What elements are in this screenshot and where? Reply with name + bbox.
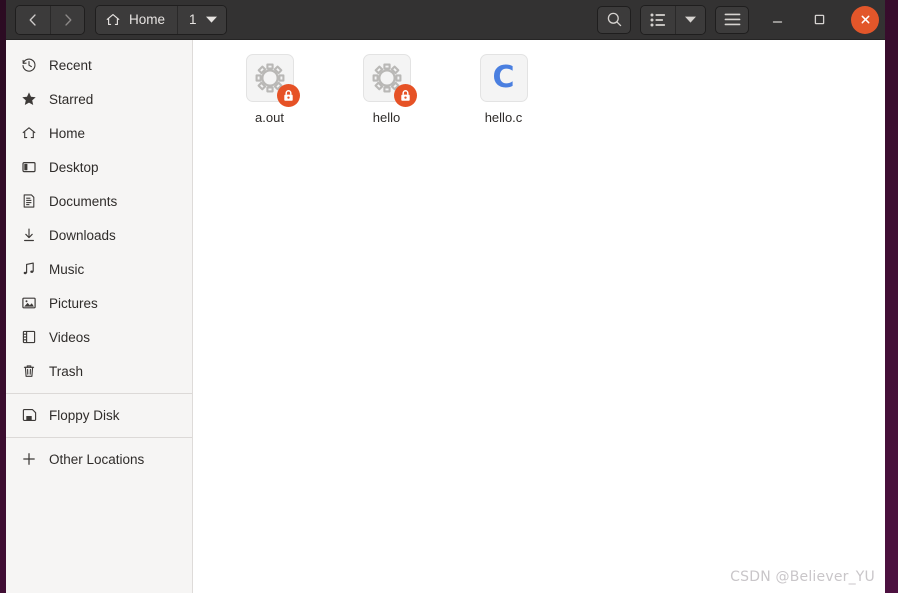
sidebar-item-label: Desktop bbox=[49, 159, 99, 175]
download-icon bbox=[20, 227, 37, 244]
watermark-text: CSDN @Believer_YU bbox=[730, 569, 875, 585]
view-mode-group bbox=[640, 4, 706, 35]
maximize-button[interactable] bbox=[805, 6, 833, 34]
c-source-icon: C bbox=[479, 54, 528, 102]
clock-icon bbox=[20, 57, 37, 74]
sidebar-item-documents[interactable]: Documents bbox=[6, 186, 192, 216]
image-icon bbox=[20, 295, 37, 312]
sidebar-item-starred[interactable]: Starred bbox=[6, 84, 192, 114]
tab-count-label: 1 bbox=[189, 12, 197, 27]
search-button[interactable] bbox=[597, 5, 631, 34]
sidebar-item-label: Downloads bbox=[49, 227, 116, 243]
close-button[interactable] bbox=[851, 5, 879, 34]
file-grid: a.out hello C hello.c bbox=[193, 40, 885, 125]
sidebar-item-label: Home bbox=[49, 125, 86, 141]
chevron-down-icon bbox=[205, 16, 217, 23]
search-icon bbox=[607, 12, 621, 27]
sidebar-divider bbox=[6, 393, 192, 394]
window-body: Recent Starred Home Desktop Documents Do… bbox=[6, 40, 885, 593]
document-icon bbox=[20, 193, 37, 210]
sidebar-item-label: Trash bbox=[49, 363, 84, 379]
maximize-icon bbox=[814, 14, 824, 25]
file-item-a-out[interactable]: a.out bbox=[211, 50, 328, 125]
file-name-label: hello.c bbox=[484, 110, 523, 125]
header-left-group: Home 1 bbox=[6, 4, 227, 35]
close-icon bbox=[861, 15, 869, 24]
home-icon bbox=[106, 13, 120, 25]
hamburger-menu-icon bbox=[724, 13, 740, 26]
sidebar-item-label: Starred bbox=[49, 91, 94, 107]
sidebar-item-downloads[interactable]: Downloads bbox=[6, 220, 192, 250]
sidebar-item-home[interactable]: Home bbox=[6, 118, 192, 148]
lock-icon bbox=[276, 84, 300, 107]
sidebar-item-desktop[interactable]: Desktop bbox=[6, 152, 192, 182]
home-icon bbox=[20, 125, 37, 142]
minimize-icon bbox=[772, 21, 782, 23]
music-note-icon bbox=[20, 261, 37, 278]
list-view-button[interactable] bbox=[641, 5, 675, 34]
sidebar-item-label: Music bbox=[49, 261, 85, 277]
sidebar-item-trash[interactable]: Trash bbox=[6, 356, 192, 386]
path-bar: Home 1 bbox=[95, 4, 227, 35]
file-name-label: a.out bbox=[255, 110, 284, 125]
back-button[interactable] bbox=[16, 5, 50, 34]
sidebar-item-label: Videos bbox=[49, 329, 91, 345]
c-letter-glyph: C bbox=[492, 60, 515, 95]
sidebar-item-label: Documents bbox=[49, 193, 118, 209]
header-bar: Home 1 bbox=[6, 0, 885, 40]
sidebar-item-other-locations[interactable]: Other Locations bbox=[6, 444, 192, 474]
sidebar: Recent Starred Home Desktop Documents Do… bbox=[6, 40, 193, 593]
chevron-right-icon bbox=[64, 13, 71, 26]
sidebar-item-label: Other Locations bbox=[49, 451, 145, 467]
sidebar-divider bbox=[6, 437, 192, 438]
chevron-down-icon bbox=[685, 16, 696, 23]
tab-count-button[interactable]: 1 bbox=[177, 5, 226, 34]
main-menu-button[interactable] bbox=[715, 5, 749, 34]
sidebar-item-floppy-disk[interactable]: Floppy Disk bbox=[6, 400, 192, 430]
file-item-hello[interactable]: hello bbox=[328, 50, 445, 125]
sidebar-item-recent[interactable]: Recent bbox=[6, 50, 192, 80]
file-name-label: hello bbox=[372, 110, 401, 125]
list-view-icon bbox=[650, 13, 665, 26]
path-label: Home bbox=[129, 12, 166, 27]
sidebar-item-videos[interactable]: Videos bbox=[6, 322, 192, 352]
trash-icon bbox=[20, 363, 37, 380]
sidebar-item-label: Floppy Disk bbox=[49, 407, 120, 423]
minimize-button[interactable] bbox=[763, 6, 791, 34]
sidebar-item-label: Recent bbox=[49, 57, 92, 73]
path-button-home[interactable]: Home bbox=[96, 5, 178, 34]
header-right-group bbox=[597, 4, 885, 35]
file-icon bbox=[245, 54, 300, 107]
floppy-disk-icon bbox=[20, 407, 37, 424]
lock-icon bbox=[393, 84, 417, 107]
file-item-hello-c[interactable]: C hello.c bbox=[445, 50, 562, 125]
sidebar-item-music[interactable]: Music bbox=[6, 254, 192, 284]
sidebar-item-label: Pictures bbox=[49, 295, 98, 311]
file-list-area[interactable]: a.out hello C hello.c CSDN @Believer_YU bbox=[193, 40, 885, 593]
file-manager-window: Home 1 Recent Starred Home Desktop Docum… bbox=[6, 0, 885, 593]
desktop-icon bbox=[20, 159, 37, 176]
file-icon: C bbox=[479, 54, 528, 102]
view-options-button[interactable] bbox=[675, 5, 705, 34]
navigation-button-group bbox=[15, 4, 85, 35]
forward-button[interactable] bbox=[50, 5, 84, 34]
chevron-left-icon bbox=[29, 13, 36, 26]
sidebar-item-pictures[interactable]: Pictures bbox=[6, 288, 192, 318]
film-icon bbox=[20, 329, 37, 346]
plus-icon bbox=[20, 451, 37, 468]
star-icon bbox=[20, 91, 37, 108]
file-icon bbox=[362, 54, 417, 107]
